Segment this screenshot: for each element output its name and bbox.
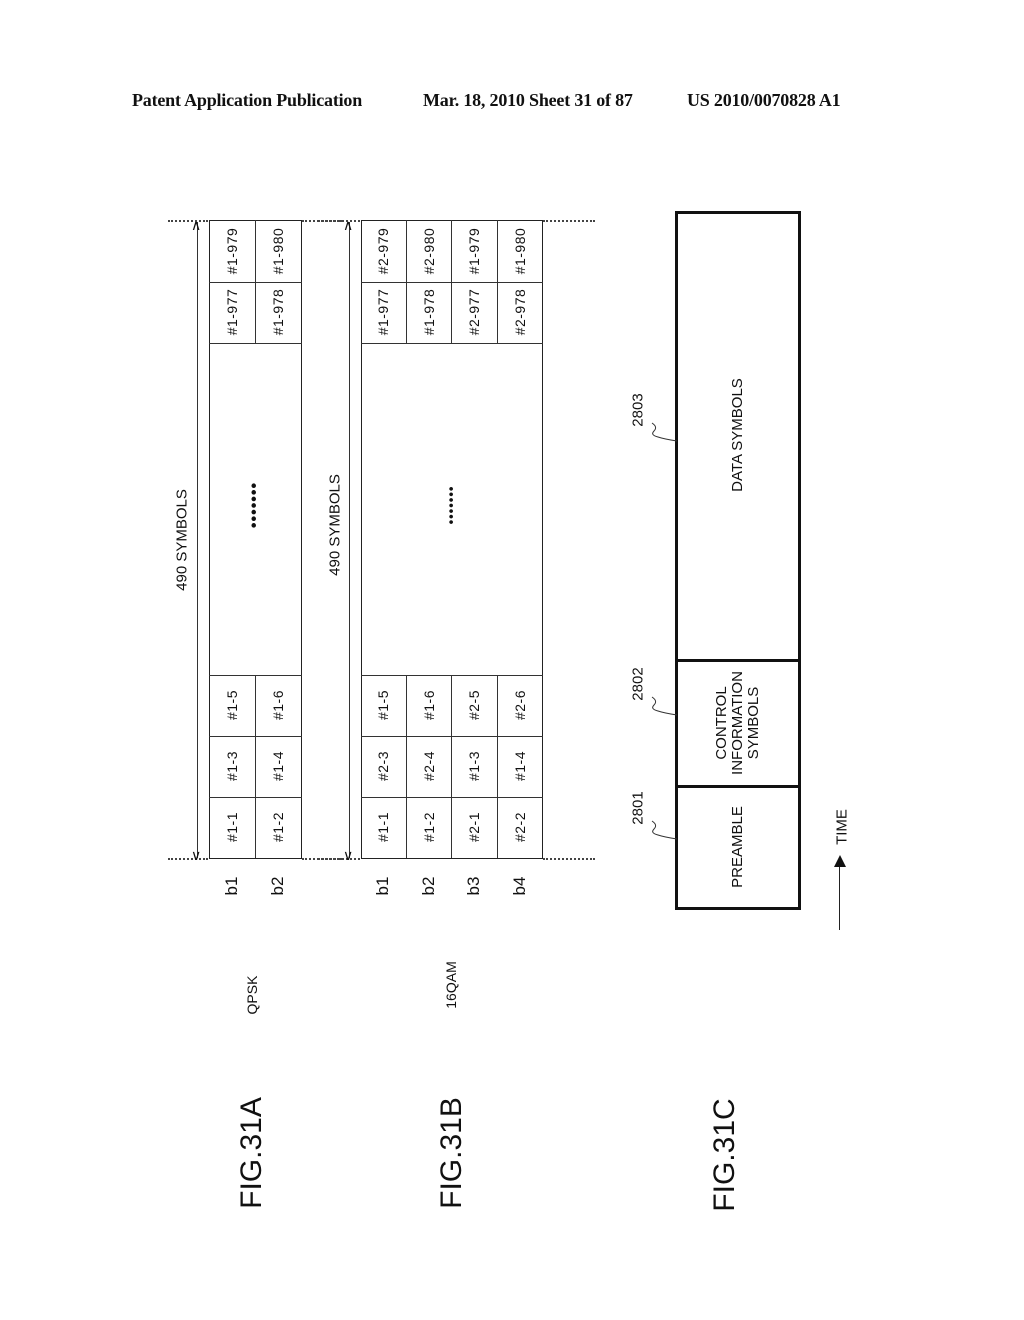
symbol-cell: #1-5 bbox=[224, 689, 240, 721]
arrow-down-icon: ∨ bbox=[343, 847, 354, 863]
symbol-cell: #2-3 bbox=[375, 750, 391, 782]
modulation-label: 16QAM bbox=[443, 961, 459, 1009]
figure-label: FIG.31C bbox=[708, 1098, 741, 1212]
symbol-cell: #2-980 bbox=[421, 227, 437, 275]
symbol-cell: #1-978 bbox=[270, 288, 286, 336]
dotted-guide-top bbox=[318, 220, 360, 222]
data-symbols-block: DATA SYMBOLS bbox=[729, 378, 746, 492]
dotted-guide-top bbox=[168, 220, 208, 222]
symbol-cell: #1-6 bbox=[270, 689, 286, 721]
symbol-cell: #1-5 bbox=[375, 689, 391, 721]
row-label: b1 bbox=[222, 876, 241, 896]
dotted-guide-bottom bbox=[168, 858, 208, 860]
time-label: TIME bbox=[833, 809, 851, 845]
symbol-cell: #2-977 bbox=[466, 288, 482, 336]
symbol-cell: #1-2 bbox=[270, 811, 286, 843]
reference-number: 2801 bbox=[629, 791, 647, 825]
symbol-cell: #1-6 bbox=[421, 689, 437, 721]
span-label: 490 SYMBOLS bbox=[326, 474, 344, 576]
leader-lines bbox=[651, 422, 678, 840]
symbol-cell: #2-4 bbox=[421, 750, 437, 782]
publication-number: US 2010/0070828 A1 bbox=[687, 90, 841, 110]
symbol-cell: #1-977 bbox=[375, 288, 391, 336]
symbol-cell: #1-4 bbox=[512, 750, 528, 782]
symbol-cell: #2-5 bbox=[466, 689, 482, 721]
span-arrow-line bbox=[349, 222, 350, 858]
modulation-label: QPSK bbox=[244, 975, 260, 1015]
frame-structure bbox=[675, 211, 801, 910]
arrow-up-icon: ∧ bbox=[191, 217, 202, 233]
symbol-cell: #2-1 bbox=[466, 811, 482, 843]
row-label: b2 bbox=[419, 876, 438, 896]
symbol-cell: #2-2 bbox=[512, 811, 528, 843]
symbol-cell: #1-3 bbox=[466, 750, 482, 782]
time-arrow-line bbox=[839, 862, 840, 930]
symbol-cell: #2-979 bbox=[375, 227, 391, 275]
arrow-up-icon: ∧ bbox=[343, 217, 354, 233]
symbol-cell: #1-1 bbox=[375, 811, 391, 843]
reference-number: 2803 bbox=[629, 393, 647, 427]
dotted-guide-top-right bbox=[543, 220, 595, 222]
symbol-cell: #1-978 bbox=[421, 288, 437, 336]
ellipsis: ••••••• bbox=[443, 485, 459, 525]
symbol-cell: #2-978 bbox=[512, 288, 528, 336]
span-label: 490 SYMBOLS bbox=[173, 489, 191, 591]
publication-date-sheet: Mar. 18, 2010 Sheet 31 of 87 bbox=[423, 90, 633, 110]
figure-label: FIG.31B bbox=[435, 1097, 468, 1209]
symbol-cell: #1-2 bbox=[421, 811, 437, 843]
reference-number: 2802 bbox=[629, 667, 647, 701]
dotted-guide-bottom-right bbox=[543, 858, 595, 860]
symbol-cell: #1-979 bbox=[466, 227, 482, 275]
symbol-cell: #1-980 bbox=[512, 227, 528, 275]
symbol-cell: #1-4 bbox=[270, 750, 286, 782]
row-label: b4 bbox=[510, 876, 529, 896]
symbol-cell: #1-980 bbox=[270, 227, 286, 275]
preamble-block: PREAMBLE bbox=[729, 806, 746, 888]
span-arrow-line bbox=[197, 222, 198, 858]
arrow-down-icon: ∨ bbox=[191, 847, 202, 863]
arrow-up-icon bbox=[834, 855, 846, 867]
ellipsis: ••••••• bbox=[246, 481, 263, 529]
row-label: b2 bbox=[268, 876, 287, 896]
control-information-block: CONTROL INFORMATION SYMBOLS bbox=[713, 671, 762, 775]
row-label: b1 bbox=[373, 876, 392, 896]
symbol-cell: #1-1 bbox=[224, 811, 240, 843]
publication-title: Patent Application Publication bbox=[132, 90, 363, 110]
figure-label: FIG.31A bbox=[235, 1097, 268, 1209]
symbol-cell: #1-977 bbox=[224, 288, 240, 336]
symbol-cell: #2-6 bbox=[512, 689, 528, 721]
symbol-cell: #1-979 bbox=[224, 227, 240, 275]
row-label: b3 bbox=[464, 876, 483, 896]
symbol-cell: #1-3 bbox=[224, 750, 240, 782]
dotted-guide-bottom bbox=[318, 858, 360, 860]
